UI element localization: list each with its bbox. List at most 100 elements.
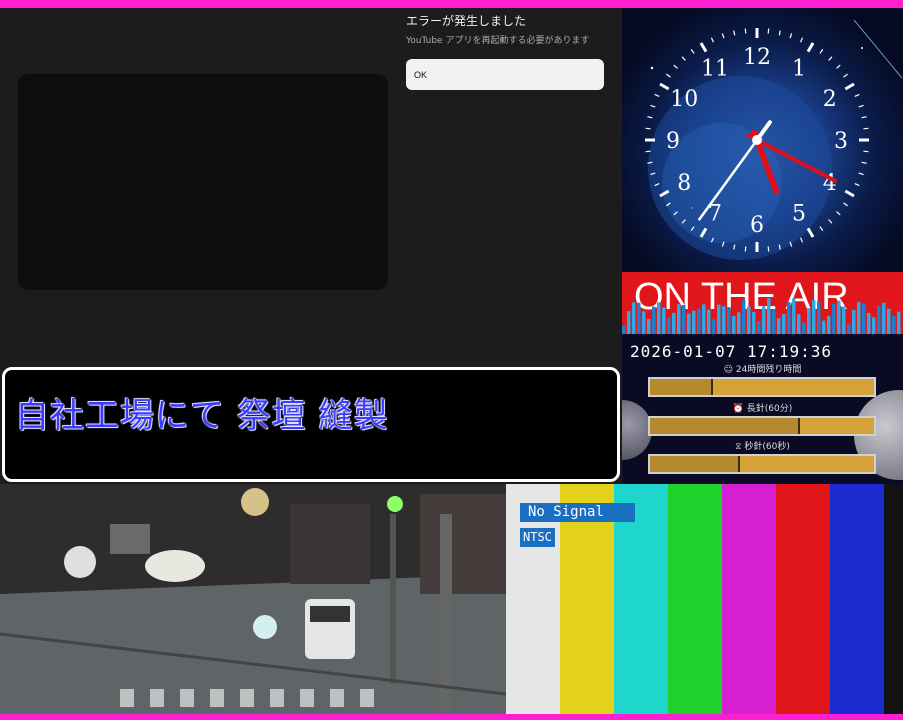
clock-number: 6 <box>750 213 764 238</box>
clock-tick <box>799 37 804 43</box>
visualizer-bar <box>792 298 796 334</box>
clock-tick <box>836 64 841 69</box>
clock-tick <box>843 202 848 207</box>
gauge-label-second: ⧖ 秒針(60秒) <box>735 442 790 452</box>
analog-clock-panel: 12 1 2 3 4 5 6 7 8 9 10 11 <box>622 8 903 272</box>
clock-tick <box>858 172 864 176</box>
visualizer-bar <box>742 300 746 334</box>
clock-tick <box>858 104 864 108</box>
visualizer-bar <box>762 306 766 334</box>
clock-tick <box>690 49 695 54</box>
clock-tick <box>654 93 660 98</box>
gauge-second-fill <box>650 456 740 472</box>
visualizer-bar <box>727 307 731 334</box>
color-bar <box>668 484 722 714</box>
clock-tick <box>861 116 867 119</box>
visualizer-bar <box>642 311 646 334</box>
clock-tick <box>645 150 651 153</box>
visualizer-bar <box>722 306 726 334</box>
clock-tick <box>659 82 670 91</box>
caption-area: 自社工場にて 祭壇 縫製 <box>0 364 622 486</box>
visualizer-bar <box>717 304 721 334</box>
visualizer-bar <box>752 311 756 334</box>
visualizer-bar <box>832 303 836 334</box>
gauge-label-minute: ⏰ 長針(60分) <box>732 404 793 414</box>
visualizer-bar <box>747 306 751 334</box>
error-title: エラーが発生しました <box>406 14 527 28</box>
clock-tick <box>744 246 747 252</box>
clock-number: 8 <box>677 171 691 196</box>
gauge-second <box>648 454 876 474</box>
clock-tick <box>673 64 678 69</box>
visualizer-bar <box>887 308 891 334</box>
clock-tick <box>863 127 869 130</box>
visualizer-bar <box>882 302 886 334</box>
clock-tick <box>836 211 841 216</box>
ok-button[interactable]: OK <box>406 59 604 90</box>
error-message: YouTube アプリを再起動する必要があります <box>406 36 590 46</box>
clock-tick <box>843 73 848 78</box>
visualizer-bar <box>812 300 816 334</box>
visualizer-bar <box>822 320 826 334</box>
caption-text: 自社工場にて 祭壇 縫製 <box>15 396 389 436</box>
visualizer-bar <box>862 303 866 334</box>
gauge-minute <box>648 416 876 436</box>
clock-tick <box>819 226 824 231</box>
visualizer-bar <box>662 307 666 334</box>
caption-box: 自社工場にて 祭壇 縫製 <box>2 367 620 482</box>
gauge-label-day: ☺ 24時間残り時間 <box>723 365 802 375</box>
visualizer-bar <box>802 322 806 334</box>
clock-tick <box>828 56 833 61</box>
visualizer-bar <box>652 306 656 334</box>
clock-tick <box>861 161 867 164</box>
visualizer-bar <box>827 315 831 334</box>
clock-tick <box>854 182 860 187</box>
clock-number: 2 <box>823 87 837 112</box>
visualizer-bar <box>697 308 701 334</box>
color-bar <box>722 484 776 714</box>
clock-tick <box>767 246 770 252</box>
visualizer-bar <box>707 309 711 334</box>
clock-number: 11 <box>701 56 729 81</box>
clock-tick <box>789 33 793 39</box>
on-air-panel: ON THE AIR 2026-01-07 17:19:36 ☺ 24時間残り時… <box>622 272 903 484</box>
visualizer-bar <box>632 302 636 334</box>
gauge-minute-fill <box>650 418 801 434</box>
visualizer-bar <box>797 314 801 334</box>
clock-tick <box>721 33 725 39</box>
visualizer-bar <box>692 310 696 334</box>
clock-tick <box>844 189 855 198</box>
visualizer-bar <box>627 311 631 334</box>
street-scene <box>0 484 506 714</box>
clock-tick <box>767 28 770 34</box>
visualizer-bar <box>672 312 676 334</box>
clock-tick <box>647 116 653 119</box>
gauge-day-fill <box>650 379 713 395</box>
visualizer-bar <box>852 309 856 334</box>
clock-tick <box>819 49 824 54</box>
visualizer-bar <box>677 304 681 334</box>
visualizer-bar <box>657 302 661 334</box>
clock-tick <box>778 30 781 36</box>
visualizer-bar <box>737 312 741 334</box>
color-bar <box>884 484 903 714</box>
clock-number: 10 <box>670 87 698 112</box>
visualizer-bar <box>842 306 846 334</box>
visualizer-bar <box>892 315 896 334</box>
test-pattern-panel: No Signal NTSC <box>506 484 903 714</box>
visualizer-bar <box>702 304 706 334</box>
clock-tick <box>806 42 815 53</box>
audio-visualizer <box>622 298 901 334</box>
visualizer-bar <box>807 308 811 334</box>
visualizer-bar <box>772 309 776 334</box>
visualizer-bar <box>817 301 821 334</box>
visualizer-bar <box>867 312 871 334</box>
clock-hub <box>752 135 762 145</box>
visualizer-bar <box>857 302 861 334</box>
clock-tick <box>806 227 815 238</box>
visualizer-bar <box>637 302 641 334</box>
clock-tick <box>645 127 651 130</box>
clock-tick <box>710 37 715 43</box>
no-signal-label: No Signal <box>520 503 635 522</box>
clock-number: 1 <box>792 56 806 81</box>
